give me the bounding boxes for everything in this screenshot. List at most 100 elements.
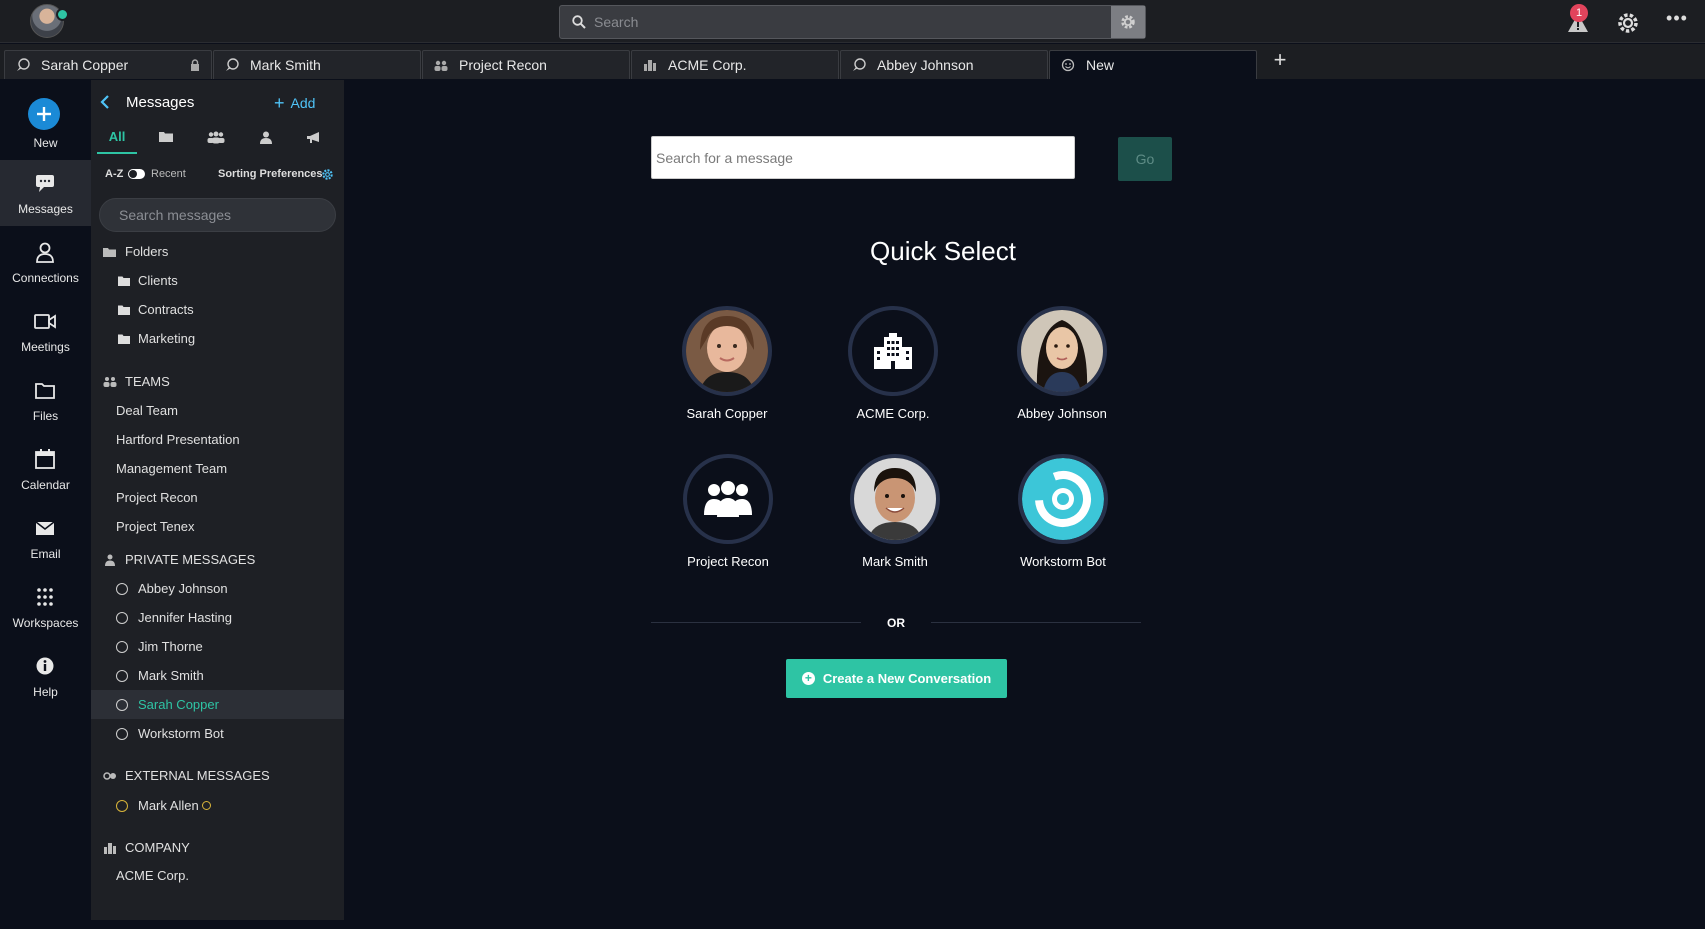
- quick-select-acme-corp[interactable]: ACME Corp.: [823, 306, 963, 421]
- search-messages-input[interactable]: [100, 199, 335, 231]
- status-ring-icon: [116, 727, 128, 740]
- add-button[interactable]: + Add: [274, 93, 315, 114]
- tab-mark-smith[interactable]: Mark Smith: [213, 50, 421, 79]
- tab-project-recon[interactable]: Project Recon: [422, 50, 630, 79]
- rail-label: Email: [30, 547, 61, 561]
- rail-item-workspaces[interactable]: Workspaces: [0, 574, 91, 640]
- rail-item-email[interactable]: Email: [0, 505, 91, 571]
- person-icon: [105, 554, 115, 566]
- divider-line: [931, 622, 1141, 623]
- message-search: [651, 136, 1075, 179]
- quick-select-workstorm-bot[interactable]: Workstorm Bot: [993, 454, 1133, 569]
- external-message-item[interactable]: Mark Allen: [91, 791, 344, 820]
- plus-icon: [28, 98, 60, 130]
- global-search-input[interactable]: [594, 6, 1070, 38]
- section-teams[interactable]: TEAMS: [103, 374, 170, 389]
- team-icon: [434, 60, 448, 71]
- team-item[interactable]: Management Team: [116, 461, 227, 476]
- tab-label: Mark Smith: [250, 57, 321, 73]
- pm-name: Abbey Johnson: [138, 581, 228, 596]
- section-label: TEAMS: [125, 374, 170, 389]
- panel-title: Messages: [126, 94, 195, 111]
- pm-name: Mark Allen: [138, 798, 199, 813]
- private-message-item-selected[interactable]: Sarah Copper: [91, 690, 344, 719]
- folder-item-marketing[interactable]: Marketing: [118, 331, 195, 346]
- private-message-item[interactable]: Workstorm Bot: [91, 719, 344, 748]
- team-item[interactable]: Project Tenex: [116, 519, 195, 534]
- section-label: COMPANY: [125, 840, 190, 855]
- rail-item-messages[interactable]: Messages: [0, 160, 91, 226]
- folder-icon: [159, 132, 173, 142]
- section-private-messages[interactable]: PRIVATE MESSAGES: [103, 552, 255, 567]
- team-item[interactable]: Deal Team: [116, 403, 178, 418]
- chat-icon: [226, 58, 239, 71]
- quick-select-mark-smith[interactable]: Mark Smith: [825, 454, 965, 569]
- filter-tab-teams[interactable]: [196, 120, 236, 154]
- envelope-icon: [35, 521, 55, 535]
- private-message-item[interactable]: Jennifer Hasting: [91, 603, 344, 632]
- filter-tab-people[interactable]: [246, 120, 286, 154]
- or-label: OR: [887, 616, 905, 630]
- company-icon: [104, 842, 116, 854]
- rail-label: Help: [33, 685, 58, 699]
- global-search: [559, 5, 1146, 39]
- create-new-conversation-button[interactable]: + Create a New Conversation: [786, 659, 1007, 698]
- rail-item-help[interactable]: Help: [0, 643, 91, 709]
- sort-az-label: A-Z: [105, 168, 124, 180]
- private-message-item[interactable]: Abbey Johnson: [91, 574, 344, 603]
- tab-new[interactable]: New: [1049, 50, 1257, 79]
- section-label: EXTERNAL MESSAGES: [125, 768, 270, 783]
- more-menu-button[interactable]: •••: [1662, 8, 1692, 34]
- section-company[interactable]: COMPANY: [103, 840, 190, 855]
- rail-item-files[interactable]: Files: [0, 367, 91, 433]
- rail-label: Files: [32, 409, 59, 423]
- private-message-item[interactable]: Jim Thorne: [91, 632, 344, 661]
- section-external-messages[interactable]: EXTERNAL MESSAGES: [103, 768, 270, 783]
- section-folders[interactable]: Folders: [103, 244, 168, 259]
- quick-select-abbey-johnson[interactable]: Abbey Johnson: [992, 306, 1132, 421]
- quick-select-project-recon[interactable]: Project Recon: [658, 454, 798, 569]
- messages-panel: Messages + Add All A-Z Recent Sorting Pre…: [91, 80, 344, 920]
- filter-tab-all[interactable]: All: [97, 120, 137, 154]
- folder-label: Clients: [138, 273, 178, 288]
- filter-tabs: All: [91, 120, 344, 156]
- sorting-preferences-link[interactable]: Sorting Preferences: [218, 168, 323, 180]
- avatar: [1017, 306, 1107, 396]
- back-chevron-icon[interactable]: [99, 94, 111, 110]
- filter-tab-folders[interactable]: [146, 120, 186, 154]
- search-settings-button[interactable]: [1111, 6, 1145, 38]
- presence-indicator: [56, 8, 69, 21]
- info-icon: [36, 657, 54, 675]
- external-badge-icon: [201, 801, 211, 810]
- rail-label: Connections: [12, 271, 79, 285]
- status-ring-icon: [116, 669, 128, 682]
- rail-label: New: [33, 136, 58, 150]
- go-button[interactable]: Go: [1118, 137, 1172, 181]
- folder-item-clients[interactable]: Clients: [118, 273, 178, 288]
- private-message-item[interactable]: Mark Smith: [91, 661, 344, 690]
- main-content: Go Quick Select Sarah Copper ACME Corp. …: [344, 80, 1705, 920]
- tab-sarah-copper[interactable]: Sarah Copper: [4, 50, 212, 79]
- pm-name: Sarah Copper: [138, 697, 219, 712]
- team-item[interactable]: Project Recon: [116, 490, 198, 505]
- team-item[interactable]: Hartford Presentation: [116, 432, 240, 447]
- gear-icon[interactable]: [321, 168, 334, 181]
- calendar-icon: [35, 449, 55, 469]
- rail-item-meetings[interactable]: Meetings: [0, 298, 91, 364]
- company-item[interactable]: ACME Corp.: [116, 868, 189, 883]
- rail-item-connections[interactable]: Connections: [0, 229, 91, 295]
- tab-acme-corp[interactable]: ACME Corp.: [631, 50, 839, 79]
- rail-item-calendar[interactable]: Calendar: [0, 436, 91, 502]
- panel-search: [99, 198, 336, 232]
- rail-new-button[interactable]: New: [0, 80, 91, 158]
- folder-icon: [118, 334, 130, 344]
- new-tab-button[interactable]: +: [1269, 49, 1291, 71]
- filter-tab-announcements[interactable]: [293, 120, 333, 154]
- sort-toggle[interactable]: [128, 169, 145, 179]
- search-message-input[interactable]: [652, 137, 1074, 178]
- tab-label: Sarah Copper: [41, 57, 129, 73]
- quick-select-sarah-copper[interactable]: Sarah Copper: [657, 306, 797, 421]
- tab-abbey-johnson[interactable]: Abbey Johnson: [840, 50, 1048, 79]
- folder-item-contracts[interactable]: Contracts: [118, 302, 194, 317]
- settings-button[interactable]: [1615, 10, 1641, 36]
